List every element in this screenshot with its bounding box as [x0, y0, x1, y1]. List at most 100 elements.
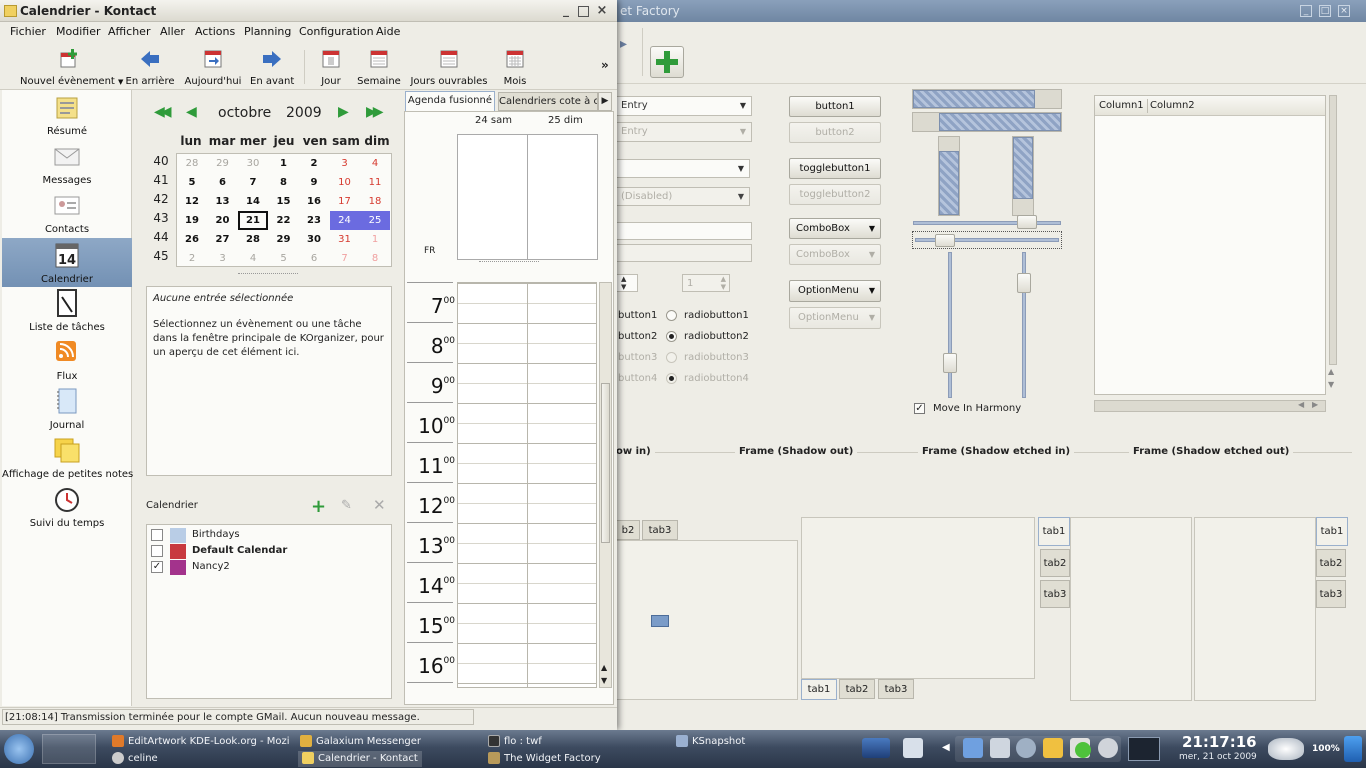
- calendar-list-item[interactable]: Default Calendar: [147, 543, 391, 559]
- menu-actions[interactable]: Actions: [195, 22, 235, 42]
- vscale-1[interactable]: [948, 252, 952, 398]
- day-cell[interactable]: 27: [208, 230, 238, 249]
- day-cell[interactable]: 22: [269, 211, 299, 230]
- sidebar-item-tasks[interactable]: Liste de tâches: [2, 286, 132, 335]
- sidebar-item-contacts[interactable]: Contacts: [2, 188, 132, 237]
- battery-level[interactable]: 100%: [1312, 744, 1340, 754]
- agenda-vscrollbar[interactable]: ▲ ▼: [599, 282, 612, 688]
- day-cell[interactable]: 7: [238, 173, 268, 192]
- calendar-checkbox[interactable]: [151, 545, 163, 557]
- klipper-icon[interactable]: [963, 738, 983, 758]
- agenda-time-grid[interactable]: [457, 282, 597, 688]
- week-number[interactable]: 41: [146, 171, 176, 190]
- tree-hscrollbar[interactable]: [1094, 400, 1326, 412]
- task-kontact[interactable]: Calendrier - Kontact: [298, 751, 422, 767]
- day-cell[interactable]: 23: [299, 211, 329, 230]
- day-cell[interactable]: 25: [360, 211, 390, 230]
- all-day-area[interactable]: [457, 134, 598, 260]
- togglebutton1[interactable]: togglebutton1: [789, 158, 881, 179]
- combobox-button[interactable]: ComboBox ▼: [789, 218, 881, 239]
- day-cell[interactable]: 9: [299, 173, 329, 192]
- day-cell[interactable]: 5: [177, 173, 207, 192]
- day-cell[interactable]: 2: [299, 154, 329, 173]
- new-event-button[interactable]: Nouvel évènement ▼: [20, 46, 123, 90]
- spin-button[interactable]: ▲ ▼: [616, 274, 638, 292]
- day-cell[interactable]: 17: [330, 192, 360, 211]
- day-cell[interactable]: 6: [208, 173, 238, 192]
- add-button[interactable]: [650, 46, 684, 78]
- widget-factory-titlebar[interactable]: et Factory _ □ ×: [612, 0, 1366, 22]
- week-number[interactable]: 44: [146, 228, 176, 247]
- wifi-icon[interactable]: [1016, 738, 1036, 758]
- calendar-checkbox[interactable]: [151, 529, 163, 541]
- previous-year-icon[interactable]: ◀◀: [154, 104, 171, 120]
- day-view-button[interactable]: Jour: [314, 46, 348, 90]
- menu-aller[interactable]: Aller: [160, 22, 185, 42]
- desktop-preview-icon[interactable]: [862, 738, 890, 758]
- optionmenu-button[interactable]: OptionMenu ▼: [789, 280, 881, 302]
- maximize-icon[interactable]: [578, 6, 589, 17]
- check-label-2[interactable]: button2: [618, 331, 657, 342]
- day-cell[interactable]: 30: [238, 154, 268, 173]
- day-cell[interactable]: 21: [238, 211, 268, 230]
- text-entry[interactable]: [616, 222, 752, 240]
- day-cell[interactable]: 13: [208, 192, 238, 211]
- button1[interactable]: button1: [789, 96, 881, 117]
- calendar-list-item[interactable]: Birthdays: [147, 527, 391, 543]
- sidebar-item-notes[interactable]: Affichage de petites notes: [2, 433, 133, 482]
- sidebar-item-flux[interactable]: Flux: [2, 335, 132, 384]
- check-label-1[interactable]: button1: [618, 310, 657, 321]
- dropdown-arrow-icon[interactable]: ▼: [118, 78, 123, 86]
- day-cell[interactable]: 5: [269, 249, 299, 268]
- day-cell[interactable]: 3: [330, 154, 360, 173]
- week-view-button[interactable]: Semaine: [356, 46, 402, 90]
- notebook4-tab1[interactable]: tab1: [1316, 517, 1348, 546]
- sidebar-item-calendrier[interactable]: 14 Calendrier: [2, 238, 132, 287]
- task-terminal[interactable]: flo : twf: [488, 734, 542, 750]
- next-year-icon[interactable]: ▶▶: [366, 104, 383, 120]
- sidebar-item-journal[interactable]: Journal: [2, 384, 132, 433]
- clock-time[interactable]: 21:17:16: [1182, 733, 1257, 751]
- minimize-icon[interactable]: _: [1300, 5, 1312, 17]
- day-cell[interactable]: 19: [177, 211, 207, 230]
- column1-header[interactable]: Column1: [1099, 100, 1144, 111]
- cashew-icon[interactable]: [1344, 736, 1362, 762]
- volume-icon[interactable]: [990, 738, 1010, 758]
- day-cell[interactable]: 15: [269, 192, 299, 211]
- kde-menu-icon[interactable]: [4, 734, 34, 764]
- day-cell[interactable]: 20: [208, 211, 238, 230]
- tab-calendriers-cote[interactable]: Calendriers cote à c: [498, 92, 598, 111]
- clock-date[interactable]: mer, 21 oct 2009: [1179, 752, 1257, 762]
- entry-combo[interactable]: Entry ▼: [616, 96, 752, 116]
- week-number[interactable]: 45: [146, 247, 176, 266]
- tray-collapse-icon[interactable]: ◀: [942, 742, 950, 753]
- day-cell[interactable]: 26: [177, 230, 207, 249]
- menu-aide[interactable]: Aide: [376, 22, 400, 42]
- vscale-1-handle[interactable]: [943, 353, 957, 373]
- menu-modifier[interactable]: Modifier: [56, 22, 100, 42]
- calendar-list-item[interactable]: ✓ Nancy2: [147, 559, 391, 575]
- notebook3-tab1[interactable]: tab1: [1038, 517, 1070, 546]
- hscale-1[interactable]: [913, 221, 1061, 225]
- day-cell[interactable]: 16: [299, 192, 329, 211]
- notebook2-tab2[interactable]: tab2: [839, 679, 875, 699]
- day-cell[interactable]: 4: [238, 249, 268, 268]
- arrow-icon[interactable]: ▸: [620, 36, 627, 52]
- weather-icon[interactable]: [1268, 738, 1304, 760]
- menu-configuration[interactable]: Configuration: [299, 22, 374, 42]
- network-icon[interactable]: [903, 738, 923, 758]
- tree-view[interactable]: Column1 Column2: [1094, 95, 1326, 395]
- menu-fichier[interactable]: Fichier: [10, 22, 46, 42]
- month-label[interactable]: octobre: [218, 105, 271, 121]
- desktop-pager[interactable]: [42, 734, 96, 764]
- splitter-handle[interactable]: [238, 273, 298, 276]
- year-label[interactable]: 2009: [286, 105, 322, 121]
- sidebar-item-time-tracker[interactable]: Suivi du temps: [2, 482, 132, 531]
- day-cell[interactable]: 14: [238, 192, 268, 211]
- week-number[interactable]: 43: [146, 209, 176, 228]
- close-icon[interactable]: ×: [596, 4, 608, 17]
- day-cell[interactable]: 3: [208, 249, 238, 268]
- sidebar-item-resume[interactable]: Résumé: [2, 90, 132, 139]
- status-online-icon[interactable]: [1075, 742, 1091, 758]
- day-cell[interactable]: 28: [238, 230, 268, 249]
